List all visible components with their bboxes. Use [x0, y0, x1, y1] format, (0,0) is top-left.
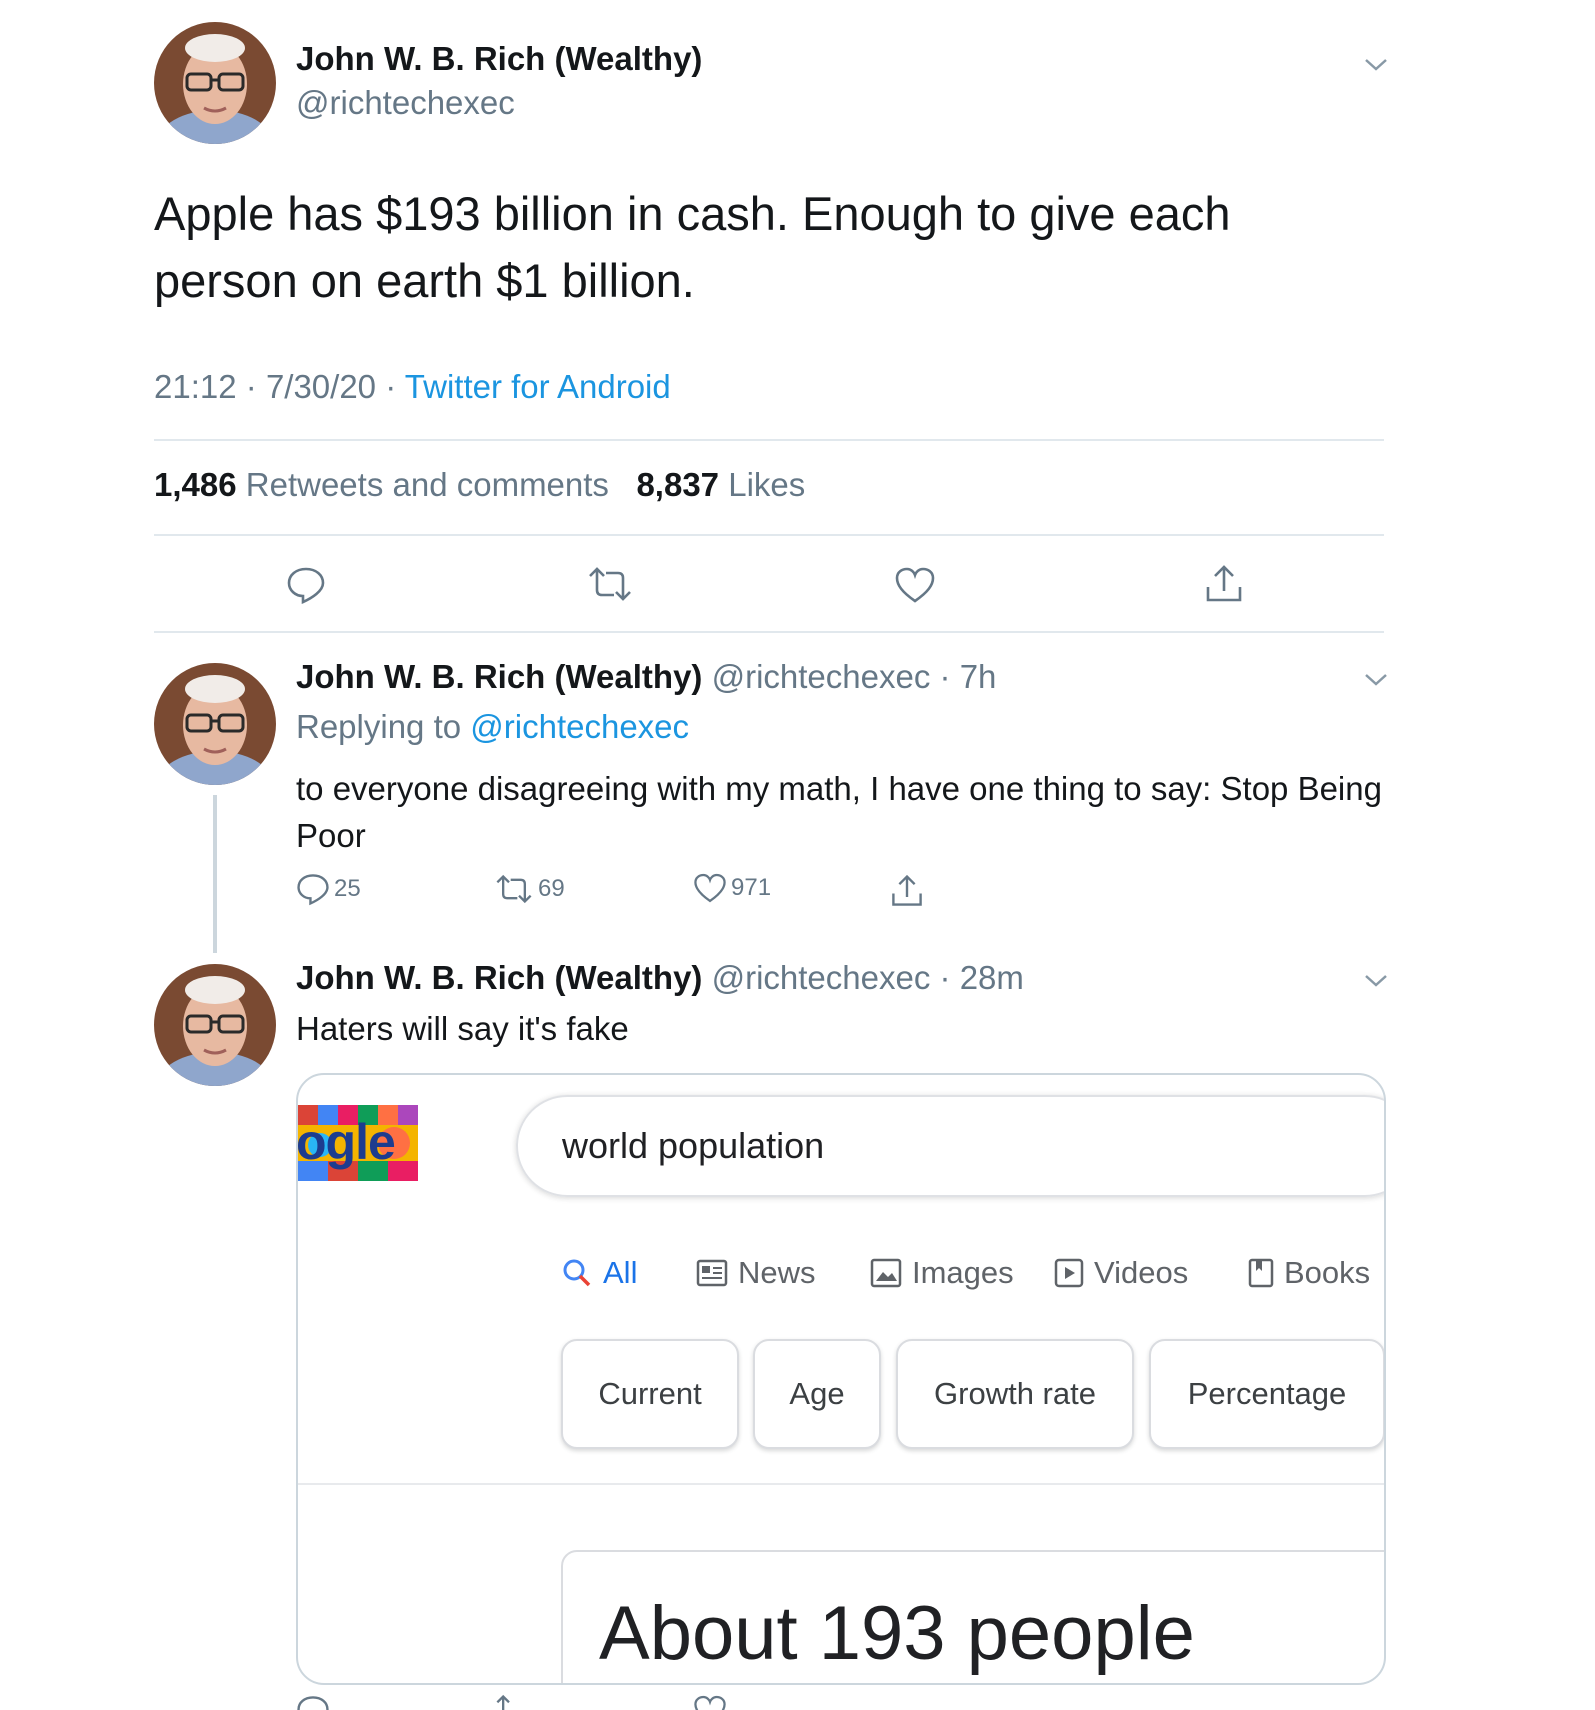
reply-icon — [297, 874, 329, 906]
chevron-down-icon[interactable] — [1362, 669, 1390, 689]
meta-separator: · — [245, 368, 266, 405]
search-icon — [563, 1259, 591, 1287]
author-handle[interactable]: @richtechexec — [712, 959, 931, 996]
search-input[interactable]: world population — [516, 1095, 1384, 1197]
tweet-age[interactable]: 28m — [960, 959, 1024, 996]
meta-separator: · — [930, 658, 960, 695]
chevron-down-icon[interactable] — [1362, 970, 1390, 990]
videos-icon — [1054, 1258, 1084, 1288]
like-action[interactable]: 971 — [693, 872, 771, 904]
retweet-icon[interactable] — [586, 566, 634, 602]
tab-label: All — [603, 1255, 638, 1290]
chip-growth-rate[interactable]: Growth rate — [896, 1339, 1134, 1449]
tab-label: Books — [1284, 1255, 1371, 1290]
divider — [298, 1483, 1384, 1485]
retweet-icon — [496, 1694, 510, 1710]
like-count: 971 — [731, 874, 772, 901]
tab-label: News — [738, 1255, 816, 1290]
tweet-stats: 1,486 Retweets and comments 8,837 Likes — [154, 466, 805, 504]
share-icon — [892, 874, 922, 906]
chevron-down-icon[interactable] — [1362, 54, 1390, 74]
chip-current[interactable]: Current — [561, 1339, 739, 1449]
divider — [154, 631, 1384, 633]
tab-images[interactable]: Images — [870, 1255, 1014, 1291]
avatar[interactable] — [154, 22, 276, 144]
tab-label: Videos — [1094, 1255, 1189, 1290]
retweets-label: Retweets and comments — [245, 466, 609, 503]
tab-books[interactable]: Books — [1248, 1255, 1370, 1291]
tab-news[interactable]: News — [696, 1255, 816, 1291]
divider — [154, 534, 1384, 536]
chip-percentage[interactable]: Percentage — [1149, 1339, 1384, 1449]
retweets-count: 1,486 — [154, 466, 237, 503]
share-action[interactable] — [890, 873, 924, 909]
retweet-action[interactable]: 69 — [494, 874, 565, 904]
retweet-action[interactable] — [494, 1694, 534, 1710]
tab-videos[interactable]: Videos — [1054, 1255, 1188, 1291]
search-query: world population — [562, 1125, 825, 1166]
divider — [154, 439, 1384, 441]
tweet-meta: 21:12 · 7/30/20 · Twitter for Android — [154, 368, 671, 406]
tab-label: Images — [912, 1255, 1014, 1290]
google-logo: ogle — [298, 1105, 418, 1181]
tweet-source-link[interactable]: Twitter for Android — [405, 368, 671, 405]
like-icon[interactable] — [894, 566, 936, 604]
tweet-text: Apple has $193 billion in cash. Enough t… — [154, 187, 1231, 307]
avatar[interactable] — [154, 964, 276, 1086]
reply-icon — [297, 1696, 329, 1710]
author-name[interactable]: John W. B. Rich (Wealthy) — [296, 40, 702, 78]
likes-count: 8,837 — [636, 466, 720, 503]
books-icon — [1248, 1258, 1274, 1288]
share-icon[interactable] — [1204, 563, 1244, 605]
like-action[interactable] — [693, 1694, 727, 1710]
replying-to: Replying to @richtechexec — [296, 708, 689, 746]
tab-all[interactable]: All — [561, 1255, 637, 1291]
logo-text: ogle — [298, 1114, 396, 1170]
replying-to-link[interactable]: @richtechexec — [470, 708, 689, 745]
answer-box: About 193 people — [561, 1550, 1384, 1683]
retweet-icon — [496, 874, 532, 904]
author-handle[interactable]: @richtechexec — [296, 84, 515, 122]
reply-action[interactable]: 25 — [296, 872, 361, 906]
answer-text: About 193 people — [599, 1591, 1195, 1676]
news-icon — [696, 1259, 728, 1287]
author-name[interactable]: John W. B. Rich (Wealthy) — [296, 959, 702, 996]
author-name[interactable]: John W. B. Rich (Wealthy) — [296, 658, 702, 695]
thread-line — [213, 795, 217, 953]
reply-text: Haters will say it's fake — [296, 1010, 629, 1047]
likes-stat[interactable]: 8,837 Likes — [636, 466, 805, 503]
embedded-image[interactable]: ogle world population All News Images Vi… — [296, 1073, 1386, 1685]
retweet-count: 69 — [538, 875, 565, 902]
meta-separator: · — [385, 368, 405, 405]
images-icon — [870, 1258, 902, 1288]
like-icon — [694, 1695, 726, 1710]
avatar[interactable] — [154, 663, 276, 785]
reply-text: to everyone disagreeing with my math, I … — [296, 770, 1382, 854]
chip-age[interactable]: Age — [753, 1339, 881, 1449]
author-handle[interactable]: @richtechexec — [712, 658, 931, 695]
tweet-date[interactable]: 7/30/20 — [266, 368, 376, 405]
likes-label: Likes — [728, 466, 806, 503]
tweet-age[interactable]: 7h — [960, 658, 997, 695]
reply-header: John W. B. Rich (Wealthy) @richtechexec … — [296, 959, 1024, 997]
retweets-stat[interactable]: 1,486 Retweets and comments — [154, 466, 609, 503]
reply-count: 25 — [334, 875, 361, 902]
reply-icon[interactable] — [286, 565, 326, 605]
reply-header: John W. B. Rich (Wealthy) @richtechexec … — [296, 658, 996, 696]
reply-action[interactable] — [296, 1694, 330, 1710]
like-icon — [694, 873, 726, 903]
tweet-time[interactable]: 21:12 — [154, 368, 237, 405]
meta-separator: · — [930, 959, 960, 996]
replying-prefix: Replying to — [296, 708, 462, 745]
